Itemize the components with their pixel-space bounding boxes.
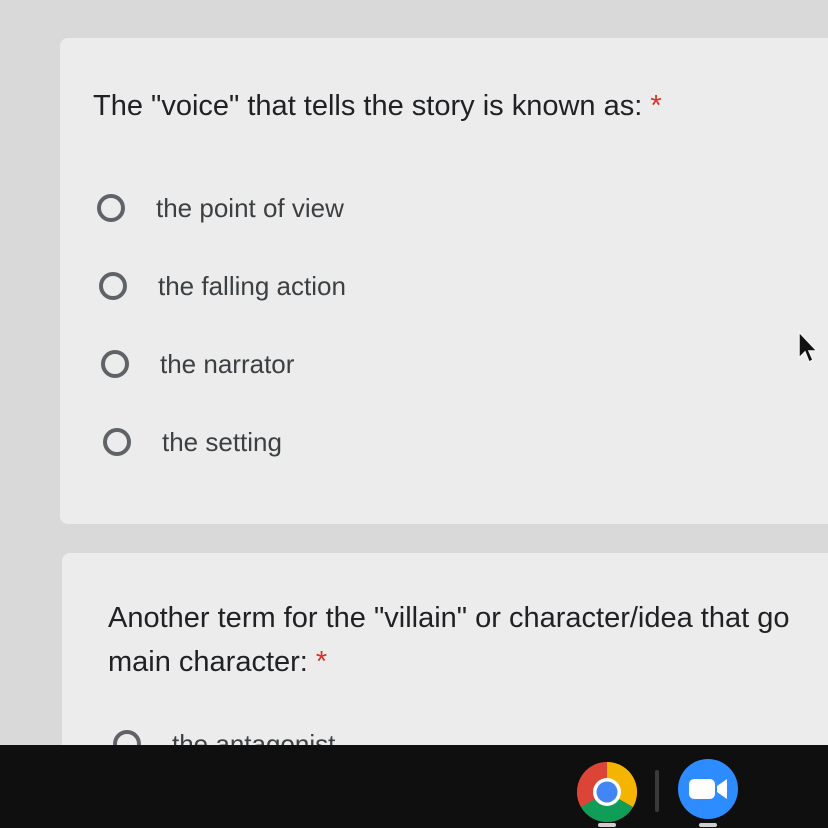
option-setting[interactable]: the setting [103, 422, 282, 462]
option-label: the point of view [156, 192, 344, 223]
option-narrator[interactable]: the narrator [101, 344, 294, 384]
chrome-active-indicator [598, 823, 616, 827]
chrome-icon[interactable] [574, 759, 640, 825]
option-falling-action[interactable]: the falling action [99, 266, 346, 306]
radio-button[interactable] [101, 350, 129, 378]
mouse-cursor-icon [798, 330, 819, 364]
radio-button[interactable] [97, 194, 125, 222]
question-1-title: The "voice" that tells the story is know… [93, 84, 662, 128]
question-2-title: Another term for the "villain" or charac… [108, 596, 790, 684]
option-label: the narrator [160, 348, 295, 379]
radio-button[interactable] [99, 272, 127, 300]
required-asterisk: * [650, 90, 662, 122]
question-2-text-line1: Another term for the "villain" or charac… [108, 602, 790, 634]
required-asterisk: * [315, 646, 328, 678]
option-point-of-view[interactable]: the point of view [97, 188, 344, 228]
zoom-active-indicator [699, 823, 717, 827]
zoom-icon[interactable] [676, 757, 740, 821]
option-label: the falling action [158, 270, 346, 301]
taskbar-divider [655, 770, 659, 812]
radio-button[interactable] [103, 428, 131, 456]
question-2-text-line2: main character: [108, 646, 308, 678]
question-1-text: The "voice" that tells the story is know… [93, 90, 643, 122]
question-2-line2: main character: * [108, 640, 790, 684]
option-label: the setting [162, 426, 282, 457]
